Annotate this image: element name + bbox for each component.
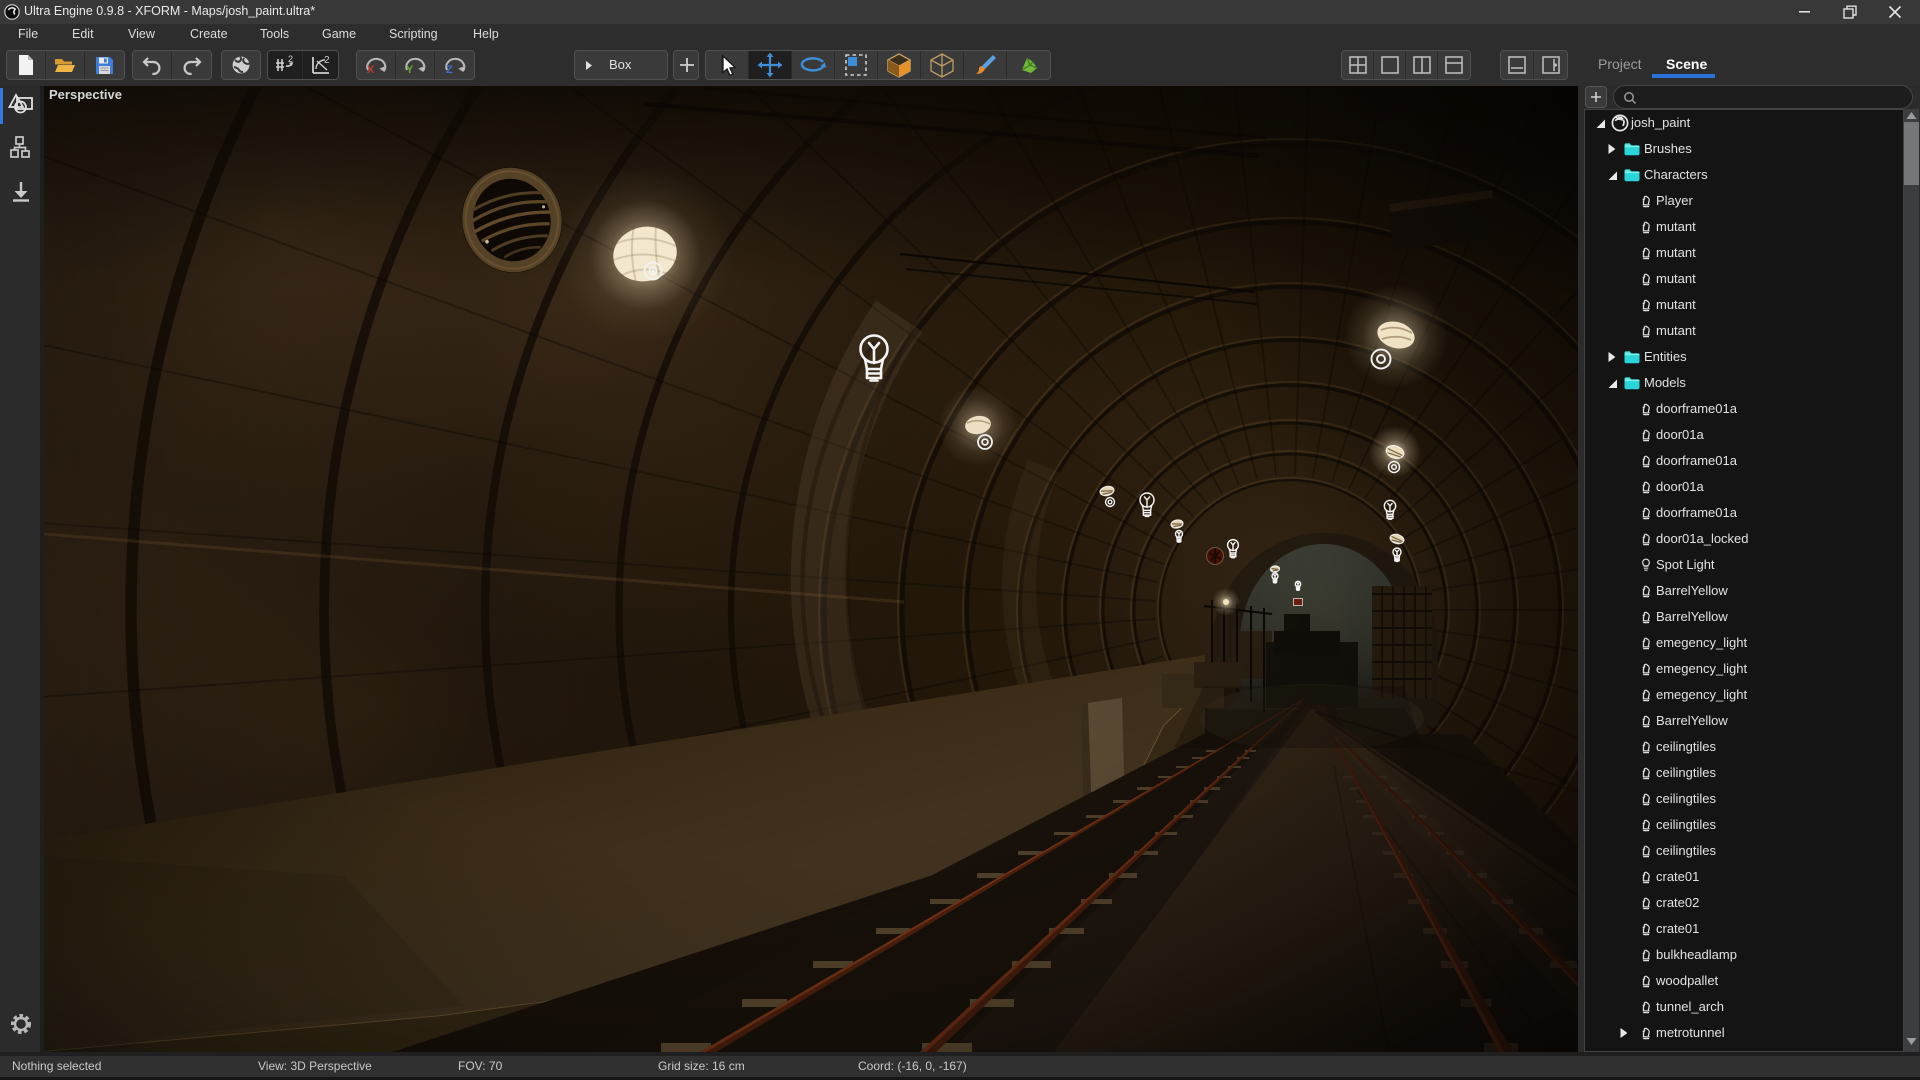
svg-text:Y: Y [406,64,414,76]
svg-text:2: 2 [288,54,293,64]
svg-text:X: X [367,64,375,76]
svg-text:2: 2 [324,55,330,66]
svg-text:Z: Z [446,64,453,76]
